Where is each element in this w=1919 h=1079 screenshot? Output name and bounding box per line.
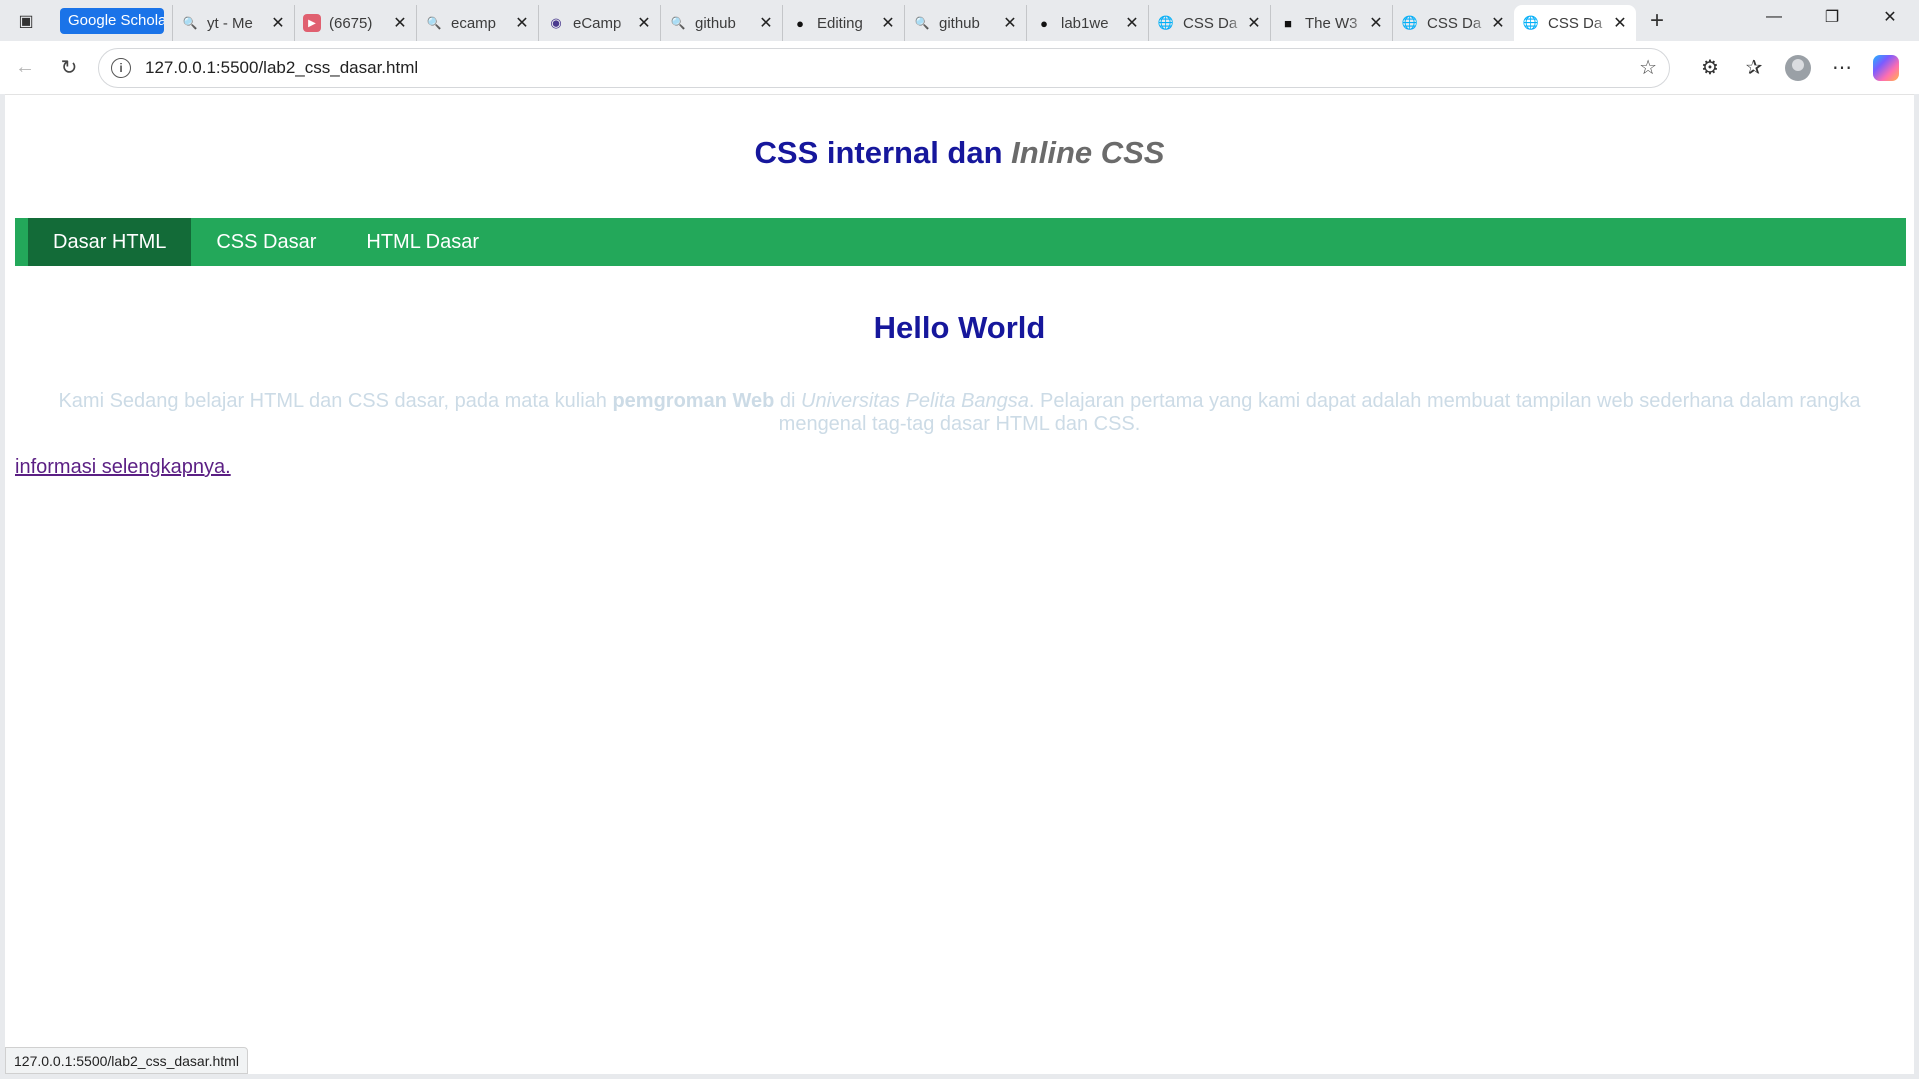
menu-item-html-dasar[interactable]: HTML Dasar	[341, 218, 504, 266]
hello-heading: Hello World	[873, 310, 1046, 345]
browser-tab[interactable]: 🌐 CSS Da ✕	[1392, 5, 1514, 41]
tab-strip: ▣ Google Scholar 🔍 yt - Me ✕ ▶ (6675) ✕ 🔍 ecamp…	[0, 0, 1919, 41]
browser-tab[interactable]: 🔍 yt - Me ✕	[172, 5, 294, 41]
copilot-icon	[1873, 54, 1899, 81]
more-menu-icon[interactable]: ⋯	[1820, 48, 1864, 88]
close-tab-icon[interactable]: ✕	[1246, 13, 1262, 33]
globe-icon: 🌐	[1522, 15, 1540, 30]
browser-tab[interactable]: 🌐 CSS Da ✕	[1514, 5, 1636, 41]
globe-icon: 🌐	[1401, 15, 1419, 30]
tab-title: (6675)	[329, 14, 373, 32]
tab-actions-menu-icon[interactable]: ▣	[8, 6, 44, 36]
search-icon: 🔍	[426, 16, 442, 30]
page-viewport: CSS internal dan Inline CSS Dasar HTML CS…	[5, 94, 1914, 1074]
github-icon: ●	[796, 15, 804, 31]
browser-tab[interactable]: 🔍 ecamp ✕	[416, 5, 538, 41]
browser-tab[interactable]: 🔍 github ✕	[904, 5, 1026, 41]
para-course-name: pemgroman Web	[612, 390, 775, 412]
profile-avatar[interactable]	[1776, 48, 1820, 88]
close-tab-icon[interactable]: ✕	[1612, 13, 1628, 33]
address-bar[interactable]: i 127.0.0.1:5500/lab2_css_dasar.html ☆	[98, 47, 1670, 88]
github-icon: ●	[1040, 15, 1048, 31]
search-icon: 🔍	[670, 16, 686, 30]
close-tab-icon[interactable]: ✕	[880, 13, 896, 33]
restore-icon[interactable]: ❐	[1803, 0, 1861, 34]
pinned-tab-google-scholar[interactable]: Google Scholar	[60, 7, 164, 34]
browser-tab[interactable]: ■ The W3 ✕	[1270, 5, 1392, 41]
pinned-tab-label: Google Scholar	[68, 12, 164, 29]
search-icon: 🔍	[914, 16, 930, 30]
browser-tab[interactable]: ◉ eCamp ✕	[538, 5, 660, 41]
tab-title: yt - Me	[207, 14, 253, 32]
tab-title: eCamp	[573, 14, 622, 32]
page-heading-text: CSS internal dan	[754, 135, 1012, 170]
tab-title: CSS Da	[1183, 14, 1238, 32]
ecampus-icon: ◉	[550, 15, 562, 30]
youtube-icon: ▶	[303, 14, 321, 32]
tab-title: ecamp	[451, 14, 497, 32]
window-controls: — ❐ ✕	[1745, 0, 1919, 34]
close-tab-icon[interactable]: ✕	[636, 13, 652, 33]
favorites-icon[interactable]: ✰	[1732, 48, 1776, 88]
search-icon: 🔍	[182, 16, 198, 30]
close-tab-icon[interactable]: ✕	[1368, 13, 1384, 33]
site-info-icon[interactable]: i	[111, 57, 131, 78]
tab-title: CSS Da	[1427, 14, 1482, 32]
intro-paragraph: Kami Sedang belajar HTML dan CSS dasar, …	[55, 390, 1864, 436]
tab-title: CSS Da	[1548, 14, 1603, 32]
close-tab-icon[interactable]: ✕	[1490, 13, 1506, 33]
close-tab-icon[interactable]: ✕	[1002, 13, 1018, 33]
menu-item-css-dasar[interactable]: CSS Dasar	[191, 218, 341, 266]
tab-list: 🔍 yt - Me ✕ ▶ (6675) ✕ 🔍 ecamp ✕ ◉ eCamp ✕ 🔍 github ✕ ●…	[172, 0, 1636, 41]
new-tab-plus-icon[interactable]: +	[1640, 4, 1674, 38]
para-university-name: Universitas Pelita Bangsa	[801, 390, 1029, 412]
back-arrow-icon[interactable]: ←	[6, 49, 44, 87]
close-tab-icon[interactable]: ✕	[270, 13, 286, 33]
close-tab-icon[interactable]: ✕	[514, 13, 530, 33]
close-window-icon[interactable]: ✕	[1861, 0, 1919, 34]
status-bar-url: 127.0.0.1:5500/lab2_css_dasar.html	[5, 1047, 248, 1074]
close-tab-icon[interactable]: ✕	[758, 13, 774, 33]
browser-tab[interactable]: ● Editing ✕	[782, 5, 904, 41]
address-url[interactable]: 127.0.0.1:5500/lab2_css_dasar.html	[145, 58, 1639, 78]
close-tab-icon[interactable]: ✕	[1124, 13, 1140, 33]
menu-item-dasar-html[interactable]: Dasar HTML	[28, 218, 192, 266]
browser-tab[interactable]: 🌐 CSS Da ✕	[1148, 5, 1270, 41]
browser-toolbar: ← ↻ i 127.0.0.1:5500/lab2_css_dasar.html…	[0, 41, 1919, 94]
favorite-star-icon[interactable]: ☆	[1639, 55, 1657, 80]
para-text-1: Kami Sedang belajar HTML dan CSS dasar, …	[58, 390, 613, 412]
close-tab-icon[interactable]: ✕	[392, 13, 408, 33]
extensions-puzzle-icon[interactable]: ⚙	[1688, 48, 1732, 88]
copilot-button[interactable]	[1864, 48, 1908, 88]
tab-title: github	[939, 14, 980, 32]
main-nav-menu: Dasar HTML CSS Dasar HTML Dasar	[15, 218, 1906, 266]
tab-title: Editing	[817, 14, 863, 32]
more-info-link[interactable]: informasi selengkapnya.	[15, 456, 231, 479]
tab-title: The W3	[1305, 14, 1358, 32]
browser-tab[interactable]: ▶ (6675) ✕	[294, 5, 416, 41]
browser-tab[interactable]: 🔍 github ✕	[660, 5, 782, 41]
avatar-icon	[1785, 54, 1811, 81]
globe-icon: 🌐	[1157, 15, 1175, 30]
browser-tab[interactable]: ● lab1we ✕	[1026, 5, 1148, 41]
w3-icon: ■	[1284, 15, 1292, 31]
tab-title: github	[695, 14, 736, 32]
page-heading: CSS internal dan Inline CSS	[5, 135, 1914, 171]
tab-title: lab1we	[1061, 14, 1109, 32]
para-text-2: di	[774, 390, 802, 412]
page-heading-italic: Inline CSS	[1011, 135, 1165, 170]
minimize-icon[interactable]: —	[1745, 0, 1803, 34]
reload-icon[interactable]: ↻	[50, 49, 88, 87]
